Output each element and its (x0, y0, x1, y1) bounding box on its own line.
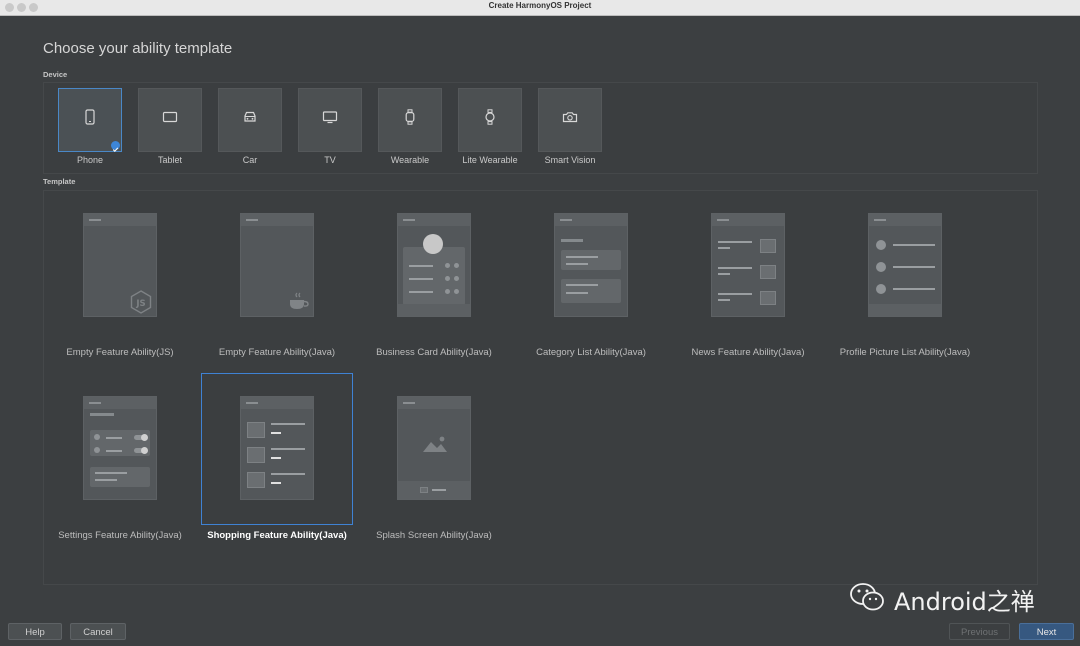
watch-icon (404, 108, 416, 130)
template-preview: JS (83, 213, 157, 317)
device-tile-car[interactable]: Car (218, 88, 282, 165)
template-preview (868, 213, 942, 317)
template-category-list[interactable]: Category List Ability(Java) (515, 213, 667, 365)
device-label: Car (242, 155, 258, 165)
template-preview (554, 213, 628, 317)
phone-icon (85, 108, 95, 130)
device-tile-phone[interactable]: Phone (58, 88, 122, 165)
template-empty-feature-java[interactable]: Empty Feature Ability(Java) (201, 213, 353, 365)
car-icon (242, 110, 258, 129)
device-tile-tv[interactable]: TV (298, 88, 362, 165)
template-preview (83, 396, 157, 500)
template-preview (240, 396, 314, 500)
template-profile-picture-list[interactable]: Profile Picture List Ability(Java) (829, 213, 981, 365)
tv-icon (322, 110, 338, 129)
help-button[interactable]: Help (8, 623, 62, 640)
cancel-button[interactable]: Cancel (70, 623, 126, 640)
template-news-feature[interactable]: News Feature Ability(Java) (672, 213, 824, 365)
device-label: Tablet (157, 155, 183, 165)
device-tile-smart-vision[interactable]: Smart Vision (538, 88, 602, 165)
template-section-label: Template (43, 177, 76, 186)
svg-text:JS: JS (135, 299, 145, 309)
tablet-icon (162, 110, 178, 128)
template-label: Splash Screen Ability(Java) (376, 530, 492, 541)
previous-button[interactable]: Previous (949, 623, 1010, 640)
lite-watch-icon (484, 108, 496, 130)
watermark-text: Android之禅 (894, 587, 1035, 616)
template-business-card[interactable]: Business Card Ability(Java) (358, 213, 510, 365)
image-placeholder-icon (421, 434, 449, 459)
device-section-label: Device (43, 70, 68, 79)
template-preview (397, 396, 471, 500)
template-preview (240, 213, 314, 317)
coffee-cup-icon (288, 290, 310, 317)
window-title: Create HarmonyOS Project (488, 1, 592, 10)
device-label: Lite Wearable (462, 155, 518, 165)
javascript-icon: JS (130, 290, 152, 319)
template-preview (397, 213, 471, 317)
camera-icon (562, 110, 578, 129)
device-tile-wearable[interactable]: Wearable (378, 88, 442, 165)
device-label: TV (324, 155, 336, 165)
device-label: Wearable (390, 155, 430, 165)
template-splash-screen[interactable]: Splash Screen Ability(Java) (358, 396, 510, 548)
title-bar: Create HarmonyOS Project (0, 0, 1080, 16)
device-tile-tablet[interactable]: Tablet (138, 88, 202, 165)
wechat-logo-icon (848, 581, 888, 618)
template-preview (711, 213, 785, 317)
template-settings-feature[interactable]: Settings Feature Ability(Java) (44, 396, 196, 548)
selected-check-icon (111, 141, 120, 152)
watermark: Android之禅 (848, 581, 1035, 618)
device-tile-lite-wearable[interactable]: Lite Wearable (458, 88, 522, 165)
device-label: Smart Vision (544, 155, 596, 165)
template-shopping-feature[interactable]: Shopping Feature Ability(Java) (201, 373, 353, 541)
next-button[interactable]: Next (1019, 623, 1074, 640)
template-empty-feature-js[interactable]: JS Empty Feature Ability(JS) (44, 213, 196, 365)
template-label: Profile Picture List Ability(Java) (839, 347, 971, 358)
device-label: Phone (76, 155, 104, 165)
page-title: Choose your ability template (43, 40, 233, 57)
